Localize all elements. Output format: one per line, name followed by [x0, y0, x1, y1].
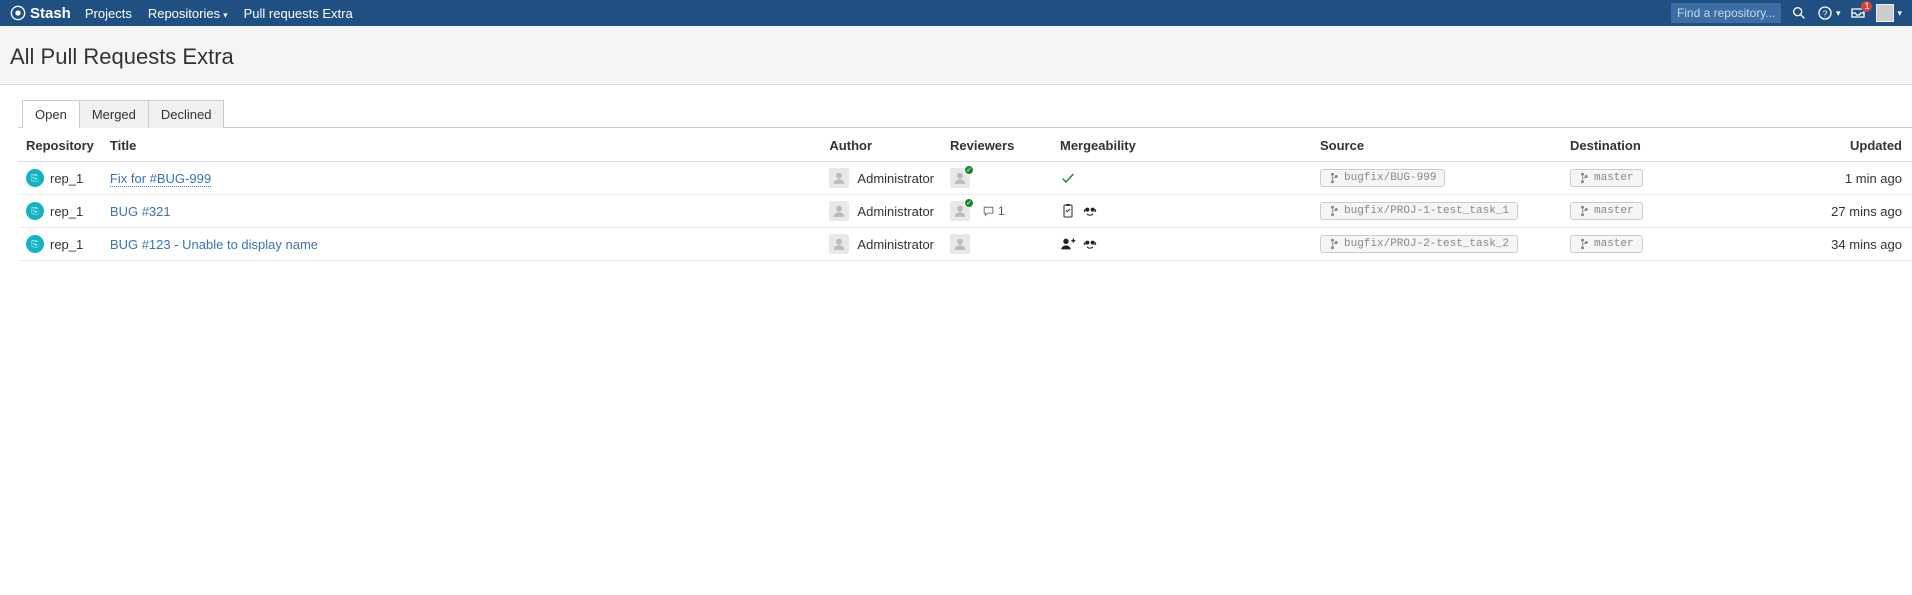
nav-right: ? ▾ 1 ▾: [1671, 3, 1902, 23]
author-avatar-icon: [829, 168, 849, 188]
reviewer-avatar-icon: [950, 234, 970, 254]
dest-branch[interactable]: master: [1570, 235, 1643, 253]
author-name: Administrator: [857, 171, 934, 186]
approved-tick-icon: [964, 198, 974, 208]
author-avatar-icon: [829, 234, 849, 254]
table-row: ⎘ rep_1 BUG #123 - Unable to display nam…: [18, 228, 1912, 261]
repo-name[interactable]: rep_1: [50, 171, 83, 186]
search-input[interactable]: [1671, 3, 1781, 23]
col-author: Author: [821, 128, 942, 162]
help-icon[interactable]: ? ▾: [1817, 5, 1841, 21]
tabs: Open Merged Declined: [22, 99, 1912, 127]
nav-links: Projects Repositories Pull requests Extr…: [85, 6, 353, 21]
svg-text:?: ?: [1823, 8, 1828, 18]
reviewer-avatar[interactable]: [950, 201, 970, 221]
build-icon: [1082, 203, 1098, 219]
col-title: Title: [102, 128, 822, 162]
source-branch[interactable]: bugfix/PROJ-1-test_task_1: [1320, 202, 1518, 220]
reviewer-avatar[interactable]: [950, 234, 970, 254]
tab-merged[interactable]: Merged: [79, 100, 149, 128]
reviewer-avatar[interactable]: [950, 168, 970, 188]
nav-repositories[interactable]: Repositories: [148, 6, 228, 21]
top-nav: Stash Projects Repositories Pull request…: [0, 0, 1912, 26]
repo-icon: ⎘: [26, 235, 44, 253]
table-row: ⎘ rep_1 Fix for #BUG-999 Administrator: [18, 162, 1912, 195]
tasks-icon: [1060, 203, 1076, 219]
user-menu[interactable]: ▾: [1876, 4, 1902, 22]
pr-table: Repository Title Author Reviewers Mergea…: [18, 127, 1912, 261]
col-mergeability: Mergeability: [1052, 128, 1312, 162]
col-destination: Destination: [1562, 128, 1812, 162]
table-row: ⎘ rep_1 BUG #321 Administrator: [18, 195, 1912, 228]
content: Open Merged Declined Repository Title Au…: [0, 85, 1912, 261]
repo-icon: ⎘: [26, 169, 44, 187]
comment-indicator[interactable]: 1: [982, 204, 1005, 218]
author-name: Administrator: [857, 204, 934, 219]
repo-name[interactable]: rep_1: [50, 204, 83, 219]
repo-icon: ⎘: [26, 202, 44, 220]
pr-title-link[interactable]: BUG #321: [110, 204, 171, 219]
repo-name[interactable]: rep_1: [50, 237, 83, 252]
updated-time: 1 min ago: [1812, 162, 1912, 195]
source-branch[interactable]: bugfix/BUG-999: [1320, 169, 1445, 187]
col-source: Source: [1312, 128, 1562, 162]
author-name: Administrator: [857, 237, 934, 252]
inbox-badge: 1: [1861, 1, 1872, 12]
col-reviewers: Reviewers: [942, 128, 1052, 162]
brand-text: Stash: [30, 5, 71, 22]
brand-logo[interactable]: Stash: [10, 5, 71, 22]
comment-icon: [982, 205, 995, 218]
approved-tick-icon: [964, 165, 974, 175]
page-title: All Pull Requests Extra: [10, 44, 1902, 70]
nav-projects[interactable]: Projects: [85, 6, 132, 21]
build-icon: [1082, 236, 1098, 252]
search-icon[interactable]: [1791, 5, 1807, 21]
source-branch[interactable]: bugfix/PROJ-2-test_task_2: [1320, 235, 1518, 253]
inbox-icon[interactable]: 1: [1850, 5, 1866, 21]
stash-icon: [10, 5, 26, 21]
updated-time: 27 mins ago: [1812, 195, 1912, 228]
dest-branch[interactable]: master: [1570, 202, 1643, 220]
col-updated: Updated: [1812, 128, 1912, 162]
updated-time: 34 mins ago: [1812, 228, 1912, 261]
tab-declined[interactable]: Declined: [148, 100, 225, 128]
pr-title-link[interactable]: Fix for #BUG-999: [110, 171, 211, 187]
col-repository: Repository: [18, 128, 102, 162]
page-header: All Pull Requests Extra: [0, 26, 1912, 85]
user-avatar-icon: [1876, 4, 1894, 22]
nav-pull-requests-extra[interactable]: Pull requests Extra: [244, 6, 353, 21]
tab-open[interactable]: Open: [22, 100, 80, 128]
author-avatar-icon: [829, 201, 849, 221]
pr-title-link[interactable]: BUG #123 - Unable to display name: [110, 237, 318, 252]
merge-ok-icon: [1060, 170, 1076, 186]
dest-branch[interactable]: master: [1570, 169, 1643, 187]
needs-approval-icon: [1060, 236, 1076, 252]
